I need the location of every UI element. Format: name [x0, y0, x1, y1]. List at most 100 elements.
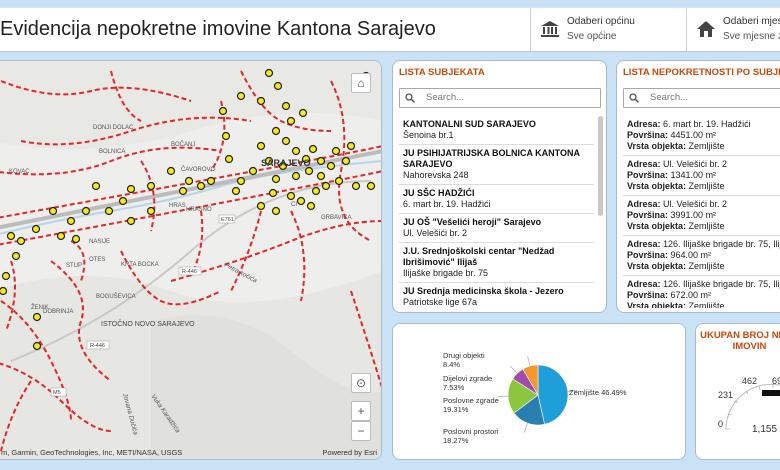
- pie-chart-panel: Zemljište 46.49% Drugi objekti 8.4% Dijel…: [392, 323, 686, 460]
- map-label-district: ISTOČNO NOVO SARAJEVO: [101, 319, 195, 328]
- list-item[interactable]: Adresa: Ul. Velešići br. 2 Površina: 399…: [623, 196, 780, 236]
- pie-label-zemljiste: Zemljište 46.49%: [569, 388, 627, 397]
- map-attribution: m, Garmin, GeoTechnologies, Inc, METI/NA…: [1, 448, 183, 457]
- subject-name: JU SŠC HADŽIĆI: [403, 188, 475, 198]
- subject-address: Nahorevska 248: [403, 170, 469, 180]
- gauge-needle: [762, 390, 780, 396]
- properties-panel: LISTA NEPOKRETNOSTI PO SUBJEKT Adresa: 6…: [616, 60, 780, 313]
- local-community-selector-value: Sve mjesne zaje: [723, 31, 780, 42]
- property-type: Zemljište: [688, 301, 725, 308]
- properties-list[interactable]: Adresa: 6. mart br. 19. Hadžići Površina…: [623, 116, 780, 308]
- subject-name: J.U. Srednjoškolski centar "Nedžad Ibriš…: [403, 246, 555, 267]
- map-label: KRTA BOCKA: [121, 262, 159, 268]
- list-item[interactable]: JU PSIHIJATRIJSKA BOLNICA KANTONA SARAJE…: [399, 145, 594, 185]
- map-label: STUP: [66, 263, 82, 269]
- subjects-title: LISTA SUBJEKATA: [399, 67, 485, 78]
- list-item[interactable]: Adresa: 126. Ilijaške brigade br. 75, Il…: [623, 276, 780, 308]
- gauge-tick: 231: [718, 390, 734, 400]
- properties-search[interactable]: [623, 88, 780, 108]
- list-item[interactable]: Adresa: 126. Ilijaške brigade br. 75, Il…: [623, 236, 780, 276]
- subject-address: 6. mart br. 19. Hadžići: [403, 199, 491, 209]
- list-item[interactable]: JU Srednja medicinska škola - Jezero Pat…: [399, 283, 594, 308]
- map-label-city: SARAJEVO: [261, 158, 311, 168]
- map-label: CI: [291, 202, 297, 208]
- road-shield: M5: [53, 390, 61, 396]
- subject-name: JU Srednja medicinska škola - Jezero: [403, 286, 564, 296]
- gauge-tick: 69: [772, 376, 780, 386]
- zoom-out-button[interactable]: −: [351, 421, 371, 441]
- pie-chart: [498, 356, 578, 433]
- gauge-tick: 0: [718, 419, 724, 429]
- map-label: KOVAC: [9, 169, 30, 175]
- gauge-chart: [725, 383, 780, 430]
- map-label: DONJI DOLAC: [93, 125, 134, 131]
- property-area: 1341.00 m²: [670, 170, 717, 180]
- subject-name: KANTONALNI SUD SARAJEVO: [403, 119, 536, 129]
- municipality-selector-value: Sve općine: [567, 31, 617, 42]
- search-icon: [405, 93, 415, 103]
- map-label: DOBRINJA: [43, 309, 73, 315]
- basemap-icon[interactable]: ⌂: [351, 73, 371, 93]
- subject-address: Ilijaške brigade br. 75: [403, 268, 489, 278]
- map-label: BOGUŠEVICA: [96, 293, 136, 300]
- pie-label-poslovni-prostori: Poslovni prostori 18.27%: [443, 427, 499, 445]
- property-area: 3991.00 m²: [670, 210, 717, 220]
- property-type: Zemljište: [688, 181, 725, 191]
- list-item[interactable]: J.U. Srednjoškolski centar "Nedžad Ibriš…: [399, 243, 594, 283]
- pie-label-drugi-objekti: Drugi objekti 8.4%: [443, 351, 485, 369]
- gauge-tick: 462: [742, 376, 758, 386]
- search-icon: [629, 93, 639, 103]
- local-community-selector[interactable]: Odaberi mjesnu Sve mjesne zaje: [686, 8, 780, 51]
- municipality-selector-label: Odaberi općinu: [567, 16, 635, 27]
- subjects-scrollbar[interactable]: [598, 116, 603, 216]
- pie-leader-line: [523, 423, 528, 433]
- subject-address: Patriotske lige 67a: [403, 297, 478, 307]
- property-area: 964.00 m²: [670, 250, 712, 260]
- zoom-in-button[interactable]: +: [351, 401, 371, 421]
- property-address: 126. Ilijaške brigade br. 75, Ilij: [663, 279, 780, 289]
- list-item[interactable]: KANTONALNI SUD SARAJEVO Šenoina br.1: [399, 116, 594, 145]
- subjects-search-input[interactable]: [424, 91, 568, 104]
- gauge-value: 1,155: [752, 424, 778, 435]
- properties-search-input[interactable]: [648, 91, 780, 104]
- property-type: Zemljište: [688, 221, 725, 231]
- subjects-list[interactable]: KANTONALNI SUD SARAJEVO Šenoina br.1 JU …: [399, 116, 594, 308]
- pie-leader-line: [510, 365, 518, 374]
- subjects-search[interactable]: [399, 88, 601, 108]
- map-panel[interactable]: DONJI DOLAC BOLNICA KOVAC BOČANJ ČAVOROV…: [0, 60, 382, 460]
- map-powered-by[interactable]: Powered by Esri: [322, 448, 377, 457]
- map-label: GRBAVICA: [321, 215, 352, 221]
- road-shield: E761: [221, 217, 234, 223]
- property-area: 4451.00 m²: [670, 130, 717, 140]
- map-label: NASIJE: [89, 239, 110, 245]
- subject-name: JU PSIHIJATRIJSKA BOLNICA KANTONA SARAJE…: [403, 148, 580, 169]
- map-label: HRAS: [169, 203, 186, 209]
- app-title: Evidencija nepokretne imovine Kantona Sa…: [0, 18, 436, 40]
- pie-label-dijelovi-zgrade: Dijelovi zgrade 7.53%: [443, 374, 493, 392]
- property-address: 6. mart br. 19. Hadžići: [663, 119, 751, 129]
- app-header: Evidencija nepokretne imovine Kantona Sa…: [0, 7, 780, 52]
- map-label: HRASNO: [186, 207, 212, 213]
- property-address: 126. Ilijaške brigade br. 75, Ilij: [663, 239, 780, 249]
- map-label: OTES: [89, 257, 105, 263]
- list-item[interactable]: Adresa: 6. mart br. 19. Hadžići Površina…: [623, 116, 780, 156]
- house-icon: [697, 21, 715, 37]
- road-shield: R-446: [182, 269, 197, 275]
- list-item[interactable]: JU OŠ "Vešelići heroji" Sarajevo Ul. Vel…: [399, 214, 594, 243]
- property-area: 672.00 m²: [670, 290, 712, 300]
- local-community-selector-label: Odaberi mjesnu: [723, 16, 780, 27]
- subject-name: JU OŠ "Vešelići heroji" Sarajevo: [403, 217, 542, 227]
- map-label: BOLNICA: [99, 149, 125, 155]
- list-item[interactable]: JU SŠC HADŽIĆI 6. mart br. 19. Hadžići: [399, 185, 594, 214]
- building-icon: [541, 21, 559, 37]
- property-address: Ul. Velešići br. 2: [663, 199, 728, 209]
- list-item[interactable]: Adresa: Ul. Velešići br. 2 Površina: 134…: [623, 156, 780, 196]
- map-label: ČAVOROVO: [181, 166, 216, 173]
- gauge-panel: UKUPAN BROJ NEIMOVIN 0 231 462 69 1,155: [695, 323, 780, 460]
- subject-address: Šenoina br.1: [403, 130, 454, 140]
- map-canvas[interactable]: DONJI DOLAC BOLNICA KOVAC BOČANJ ČAVOROV…: [0, 61, 382, 460]
- locate-icon[interactable]: ⊙: [351, 373, 371, 393]
- pie-label-poslovne-zgrade: Poslovne zgrade 19.31%: [443, 396, 499, 414]
- properties-title: LISTA NEPOKRETNOSTI PO SUBJEKT: [623, 67, 780, 78]
- municipality-selector[interactable]: Odaberi općinu Sve općine: [530, 8, 686, 51]
